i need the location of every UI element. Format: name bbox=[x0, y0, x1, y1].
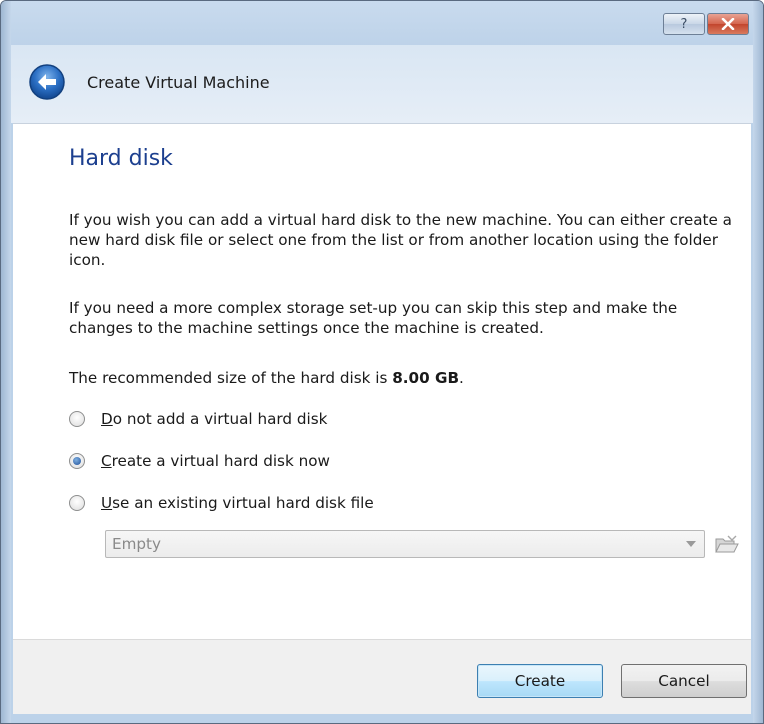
back-button[interactable] bbox=[28, 63, 66, 101]
advanced-paragraph: If you need a more complex storage set-u… bbox=[69, 299, 678, 337]
option-no-disk[interactable]: Do not add a virtual hard disk bbox=[69, 410, 327, 428]
option-label-rest: se an existing virtual hard disk file bbox=[112, 494, 374, 512]
window-frame-right bbox=[753, 1, 763, 723]
radio-selected-dot bbox=[73, 457, 81, 465]
wizard-header: Create Virtual Machine bbox=[11, 45, 753, 123]
close-icon bbox=[721, 15, 735, 34]
existing-disk-select-value: Empty bbox=[112, 535, 161, 553]
option-create-disk[interactable]: Create a virtual hard disk now bbox=[69, 452, 330, 470]
cancel-button[interactable]: Cancel bbox=[621, 664, 747, 698]
window-title: Create Virtual Machine bbox=[87, 73, 270, 92]
intro-paragraph: If you wish you can add a virtual hard d… bbox=[69, 211, 732, 269]
radio-existing-disk[interactable] bbox=[69, 495, 85, 511]
option-create-disk-label: Create a virtual hard disk now bbox=[101, 452, 330, 470]
radio-no-disk[interactable] bbox=[69, 411, 85, 427]
dialog-window: ? Create Virtual Machine Hard disk If yo… bbox=[0, 0, 764, 724]
svg-text:?: ? bbox=[681, 17, 688, 30]
option-existing-disk-label: Use an existing virtual hard disk file bbox=[101, 494, 374, 512]
help-icon: ? bbox=[677, 15, 691, 34]
mnemonic-letter: U bbox=[101, 494, 113, 512]
mnemonic-letter: D bbox=[101, 410, 113, 428]
recommended-size-value: 8.00 GB bbox=[392, 369, 460, 387]
recommended-suffix: . bbox=[459, 369, 464, 387]
help-button[interactable]: ? bbox=[663, 13, 705, 35]
option-label-rest: reate a virtual hard disk now bbox=[111, 452, 330, 470]
option-existing-disk[interactable]: Use an existing virtual hard disk file bbox=[69, 494, 374, 512]
option-label-rest: o not add a virtual hard disk bbox=[112, 410, 328, 428]
page-title: Hard disk bbox=[69, 146, 173, 171]
wizard-page: Hard disk If you wish you can add a virt… bbox=[13, 123, 751, 640]
chevron-down-icon bbox=[686, 541, 696, 547]
create-button[interactable]: Create bbox=[477, 664, 603, 698]
recommended-size-text: The recommended size of the hard disk is… bbox=[69, 368, 745, 388]
back-arrow-icon bbox=[28, 64, 66, 105]
window-frame-left bbox=[1, 1, 11, 723]
mnemonic-letter: C bbox=[101, 452, 112, 470]
close-button[interactable] bbox=[707, 13, 749, 35]
folder-open-icon bbox=[713, 535, 739, 559]
option-no-disk-label: Do not add a virtual hard disk bbox=[101, 410, 327, 428]
choose-disk-file-button[interactable] bbox=[713, 533, 739, 555]
caption-buttons: ? bbox=[663, 13, 749, 35]
button-bar: Create Cancel bbox=[13, 639, 751, 714]
recommended-prefix: The recommended size of the hard disk is bbox=[69, 369, 393, 387]
radio-create-disk[interactable] bbox=[69, 453, 85, 469]
existing-disk-select[interactable]: Empty bbox=[105, 530, 705, 558]
